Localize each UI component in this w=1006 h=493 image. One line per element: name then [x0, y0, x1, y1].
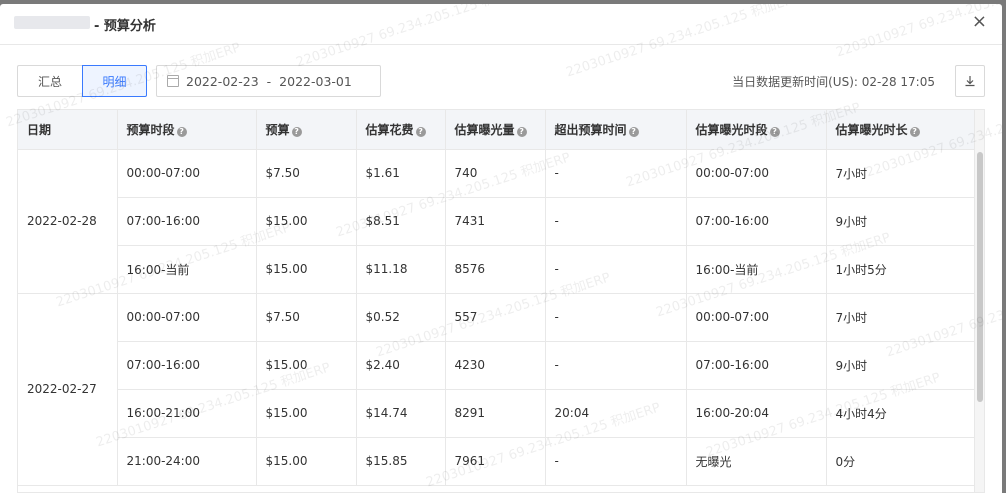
col-est-exposure-period: 估算曝光时段?: [686, 110, 827, 150]
table-cell: $7.50: [256, 149, 357, 198]
table-cell: 07:00-16:00: [686, 341, 827, 390]
table-cell: $15.00: [256, 245, 357, 294]
table-cell: 9小时: [826, 341, 977, 390]
date-cell: 2022-02-27: [18, 293, 118, 486]
table-cell: 0分: [826, 437, 977, 486]
update-time: 当日数据更新时间(US): 02-28 17:05: [732, 75, 935, 89]
table-cell: 07:00-16:00: [117, 197, 257, 246]
col-est-spend: 估算花费?: [356, 110, 446, 150]
help-icon[interactable]: ?: [291, 126, 302, 137]
table-cell: 16:00-20:04: [686, 389, 827, 438]
table-cell: 07:00-16:00: [686, 197, 827, 246]
table-cell: 1小时5分: [826, 245, 977, 294]
date-range-picker[interactable]: 2022-02-23 - 2022-03-01: [156, 65, 381, 97]
table-row: 16:00-当前 $15.00 $11.18 8576-16:00-当前 1小时5分: [18, 245, 977, 294]
vertical-scrollbar[interactable]: [974, 110, 984, 492]
table-cell: -: [545, 437, 687, 486]
table-cell: 无曝光: [686, 437, 827, 486]
table-cell: -: [545, 245, 687, 294]
col-est-impressions: 估算曝光量?: [445, 110, 546, 150]
table-cell: -: [545, 341, 687, 390]
date-separator: -: [266, 73, 272, 89]
table-cell: 4230: [445, 341, 546, 390]
table-cell: 557: [445, 293, 546, 342]
dialog-title: - 预算分析: [94, 19, 156, 34]
table-cell: 00:00-07:00: [686, 293, 827, 342]
table-header: 日期 预算时段? 预算? 估算花费? 估算曝光量? 超出预算时间? 估算曝光时段…: [18, 110, 977, 150]
table-cell: $1.61: [356, 149, 446, 198]
tab-detail[interactable]: 明细: [82, 65, 147, 97]
table-row: 2022-02-28 00:00-07:00 $7.50 $1.61 740-00:00…: [18, 149, 977, 294]
table-cell: 16:00-当前: [117, 245, 257, 294]
table-cell: $8.51: [356, 197, 446, 246]
col-date: 日期: [18, 110, 118, 150]
table-cell: $15.00: [256, 341, 357, 390]
col-over-budget-time: 超出预算时间?: [545, 110, 687, 150]
table-row: 07:00-16:00 $15.00 $2.40 4230-07:00-16:00 9小…: [18, 341, 977, 390]
help-icon[interactable]: ?: [415, 126, 426, 137]
col-est-exposure-duration: 估算曝光时长?: [826, 110, 977, 150]
table-cell: $14.74: [356, 389, 446, 438]
table-row: 21:00-24:00 $15.00 $15.85 7961- 无曝光 0分: [18, 437, 977, 486]
help-icon[interactable]: ?: [628, 126, 639, 137]
help-icon[interactable]: ?: [516, 126, 527, 137]
table-cell: 4小时4分: [826, 389, 977, 438]
table-cell: $11.18: [356, 245, 446, 294]
table-cell: 740: [445, 149, 546, 198]
table-cell: 16:00-当前: [686, 245, 827, 294]
table-cell: -: [545, 197, 687, 246]
table-cell: $15.85: [356, 437, 446, 486]
table-cell: 16:00-21:00: [117, 389, 257, 438]
table-cell: -: [545, 149, 687, 198]
help-icon[interactable]: ?: [909, 126, 920, 137]
budget-table: 日期 预算时段? 预算? 估算花费? 估算曝光量? 超出预算时间? 估算曝光时段…: [17, 109, 985, 493]
table-row: 07:00-16:00 $15.00 $8.51 7431-07:00-16:00 9小…: [18, 197, 977, 246]
toolbar: 汇总 明细 2022-02-23 - 2022-03-01 当日数据更新时间(U…: [17, 65, 985, 97]
help-icon[interactable]: ?: [769, 126, 780, 137]
date-cell: 2022-02-28: [18, 149, 118, 294]
table-cell: 00:00-07:00: [117, 149, 257, 198]
dialog-header: - 预算分析 ×: [0, 4, 1002, 45]
table-cell: $15.00: [256, 437, 357, 486]
download-button[interactable]: [955, 65, 985, 97]
table-cell: 8576: [445, 245, 546, 294]
calendar-icon: [167, 75, 179, 87]
help-icon[interactable]: ?: [176, 126, 187, 137]
table-cell: $15.00: [256, 197, 357, 246]
scrollbar-thumb[interactable]: [977, 152, 983, 402]
col-budget: 预算?: [256, 110, 357, 150]
download-icon: [965, 76, 975, 87]
table-cell: 00:00-07:00: [686, 149, 827, 198]
budget-analysis-dialog: - 预算分析 × 汇总 明细 2022-02-23 - 2022-03-01 当…: [0, 4, 1002, 493]
table-cell: 07:00-16:00: [117, 341, 257, 390]
table-cell: $7.50: [256, 293, 357, 342]
tab-summary[interactable]: 汇总: [17, 65, 82, 97]
table-cell: 21:00-24:00: [117, 437, 257, 486]
table-cell: 7961: [445, 437, 546, 486]
table-cell: 7小时: [826, 149, 977, 198]
date-start: 2022-02-23: [186, 73, 259, 89]
table-cell: $15.00: [256, 389, 357, 438]
table-cell: 7431: [445, 197, 546, 246]
table-cell: $2.40: [356, 341, 446, 390]
table-row: 2022-02-27 00:00-07:00 $7.50 $0.52 557-00:00…: [18, 293, 977, 486]
table-cell: 20:04: [545, 389, 687, 438]
redacted-name: [14, 16, 90, 29]
view-toggle: 汇总 明细: [17, 65, 147, 97]
table-cell: $0.52: [356, 293, 446, 342]
table-cell: 8291: [445, 389, 546, 438]
date-end: 2022-03-01: [279, 73, 352, 89]
table-cell: 00:00-07:00: [117, 293, 257, 342]
table-cell: 7小时: [826, 293, 977, 342]
table-row: 16:00-21:00 $15.00 $14.74 8291 20:04 16:00-20…: [18, 389, 977, 438]
close-icon[interactable]: ×: [972, 12, 987, 32]
table-cell: -: [545, 293, 687, 342]
table-cell: 9小时: [826, 197, 977, 246]
col-budget-period: 预算时段?: [117, 110, 257, 150]
